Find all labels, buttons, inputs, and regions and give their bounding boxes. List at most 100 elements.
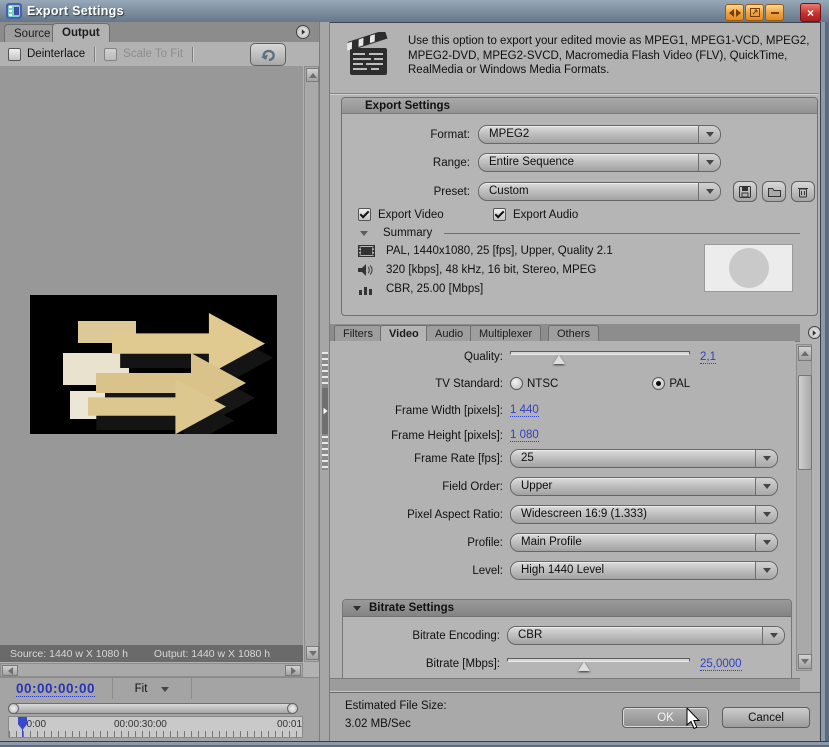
preview-hscrollbar[interactable] bbox=[0, 663, 303, 677]
frame-height-label: Frame Height [pixels]: bbox=[391, 429, 503, 442]
frame-width-label: Frame Width [pixels]: bbox=[395, 404, 503, 417]
format-dropdown[interactable]: MPEG2 bbox=[478, 125, 721, 144]
resize-button[interactable] bbox=[725, 4, 744, 21]
zoom-level-dropdown[interactable]: Fit bbox=[112, 678, 192, 700]
scroll-down-button[interactable] bbox=[798, 654, 812, 669]
tab-video[interactable]: Video bbox=[380, 325, 428, 341]
summary-disclosure[interactable]: Summary bbox=[360, 227, 800, 239]
scroll-left-button[interactable] bbox=[2, 665, 18, 676]
film-icon bbox=[358, 245, 375, 257]
video-tab-content: Quality: 2,1 TV Standard: NTSC PAL Frame… bbox=[330, 341, 795, 678]
close-button[interactable]: × bbox=[800, 3, 821, 22]
toolbar-separator bbox=[94, 46, 96, 62]
bitrate-settings-header[interactable]: Bitrate Settings bbox=[343, 600, 791, 617]
delete-preset-button[interactable] bbox=[791, 181, 815, 202]
tab-audio[interactable]: Audio bbox=[426, 325, 473, 341]
time-ruler[interactable]: 00:00 00:00:30:00 00:01:0 bbox=[8, 716, 303, 738]
bitrate-slider-thumb[interactable] bbox=[577, 662, 590, 671]
current-timecode[interactable]: 00:00:00:00 bbox=[16, 681, 96, 697]
scroll-down-button[interactable] bbox=[306, 646, 319, 660]
preview-info-bar: Source: 1440 w X 1080 h Output: 1440 w X… bbox=[0, 645, 303, 662]
zoom-handle-left[interactable] bbox=[8, 703, 19, 714]
range-dropdown[interactable]: Entire Sequence bbox=[478, 153, 721, 172]
ntsc-radio[interactable] bbox=[510, 377, 523, 390]
minimize-button[interactable] bbox=[765, 4, 784, 21]
scroll-up-button[interactable] bbox=[798, 346, 812, 361]
scrollbar-thumb[interactable] bbox=[798, 375, 812, 470]
pixel-aspect-ratio-dropdown[interactable]: Widescreen 16:9 (1.333) bbox=[510, 505, 778, 524]
level-value: High 1440 Level bbox=[521, 564, 605, 576]
dropdown-arrow-icon bbox=[769, 633, 778, 638]
dropdown-arrow bbox=[755, 562, 777, 579]
bitrate-value[interactable]: 25,0000 bbox=[700, 658, 742, 671]
settings-tabbar: Filters Video Audio Multiplexer Others bbox=[330, 324, 821, 342]
titlebar[interactable]: Export Settings × bbox=[0, 0, 829, 23]
disclosure-triangle-icon bbox=[353, 605, 361, 611]
preview-vscrollbar[interactable] bbox=[304, 66, 319, 662]
dropdown-arrow bbox=[698, 126, 720, 143]
quality-slider-track[interactable] bbox=[510, 351, 690, 355]
scroll-left-icon bbox=[7, 666, 13, 675]
preset-value: Custom bbox=[489, 185, 529, 197]
splitter-grip[interactable] bbox=[322, 352, 328, 470]
quality-slider[interactable] bbox=[510, 349, 690, 365]
ruler-label: 00:00:30:00 bbox=[114, 719, 167, 730]
tab-output[interactable]: Output bbox=[52, 23, 110, 42]
dropdown-arrow-icon bbox=[762, 512, 771, 517]
splitter-collapse-button[interactable] bbox=[322, 388, 328, 434]
quality-label: Quality: bbox=[464, 351, 503, 363]
estimated-file-size-label: Estimated File Size: bbox=[345, 700, 447, 712]
tab-others[interactable]: Others bbox=[548, 325, 600, 341]
range-label: Range: bbox=[432, 156, 470, 169]
timeline-zoom-bar[interactable] bbox=[8, 703, 298, 714]
scale-to-fit-checkbox[interactable] bbox=[104, 47, 118, 61]
import-preset-button[interactable] bbox=[762, 181, 786, 202]
cancel-button[interactable]: Cancel bbox=[722, 707, 810, 728]
bitrate-encoding-dropdown[interactable]: CBR bbox=[507, 626, 785, 645]
scroll-right-button[interactable] bbox=[285, 665, 301, 676]
preview-toolbar: Deinterlace Scale To Fit bbox=[0, 42, 319, 66]
thumbnail-placeholder-circle bbox=[728, 248, 769, 288]
dropdown-arrow-icon bbox=[161, 686, 170, 692]
frame-width-value[interactable]: 1 440 bbox=[510, 404, 539, 417]
summary-rule bbox=[444, 232, 800, 234]
scale-to-fit-label: Scale To Fit bbox=[123, 48, 184, 60]
reset-view-button[interactable] bbox=[250, 42, 287, 66]
profile-dropdown[interactable]: Main Profile bbox=[510, 533, 778, 552]
pixel-aspect-ratio-value: Widescreen 16:9 (1.333) bbox=[521, 508, 647, 520]
summary-bitrate-line: CBR, 25.00 [Mbps] bbox=[386, 283, 484, 295]
export-audio-checkbox[interactable] bbox=[493, 208, 506, 221]
tab-multiplexer[interactable]: Multiplexer bbox=[470, 325, 542, 341]
output-preview-area[interactable] bbox=[0, 66, 303, 645]
zoom-level-value: Fit bbox=[134, 683, 148, 695]
field-order-dropdown[interactable]: Upper bbox=[510, 477, 778, 496]
dropdown-arrow-icon bbox=[762, 456, 771, 461]
float-window-button[interactable] bbox=[745, 4, 764, 21]
preset-dropdown[interactable]: Custom bbox=[478, 182, 721, 201]
level-dropdown[interactable]: High 1440 Level bbox=[510, 561, 778, 580]
bitrate-slider-track[interactable] bbox=[507, 658, 690, 662]
deinterlace-checkbox[interactable] bbox=[8, 47, 21, 61]
frame-rate-dropdown[interactable]: 25 bbox=[510, 449, 778, 468]
panel-splitter[interactable] bbox=[319, 22, 330, 747]
quality-slider-thumb[interactable] bbox=[552, 355, 565, 364]
summary-video-line: PAL, 1440x1080, 25 [fps], Upper, Quality… bbox=[386, 245, 613, 257]
bitrate-slider[interactable] bbox=[507, 656, 690, 672]
settings-vscrollbar[interactable] bbox=[796, 344, 812, 671]
scroll-down-icon bbox=[801, 659, 809, 664]
tab-filters[interactable]: Filters bbox=[334, 325, 382, 341]
export-video-checkbox[interactable] bbox=[358, 208, 371, 221]
frame-height-value[interactable]: 1 080 bbox=[510, 429, 539, 442]
save-preset-button[interactable] bbox=[733, 181, 757, 202]
playhead-line bbox=[22, 729, 23, 737]
settings-hscrollbar[interactable] bbox=[330, 678, 800, 692]
pal-radio[interactable] bbox=[652, 377, 666, 390]
preview-tabbar: Source Output bbox=[0, 22, 319, 43]
window-title: Export Settings bbox=[27, 4, 124, 18]
panel-menu-icon bbox=[812, 329, 817, 336]
zoom-handle-right[interactable] bbox=[287, 703, 298, 714]
scroll-up-button[interactable] bbox=[306, 68, 319, 82]
export-settings-title: Export Settings bbox=[342, 98, 817, 114]
quality-value[interactable]: 2,1 bbox=[700, 351, 716, 364]
panel-menu-button[interactable] bbox=[296, 25, 310, 39]
